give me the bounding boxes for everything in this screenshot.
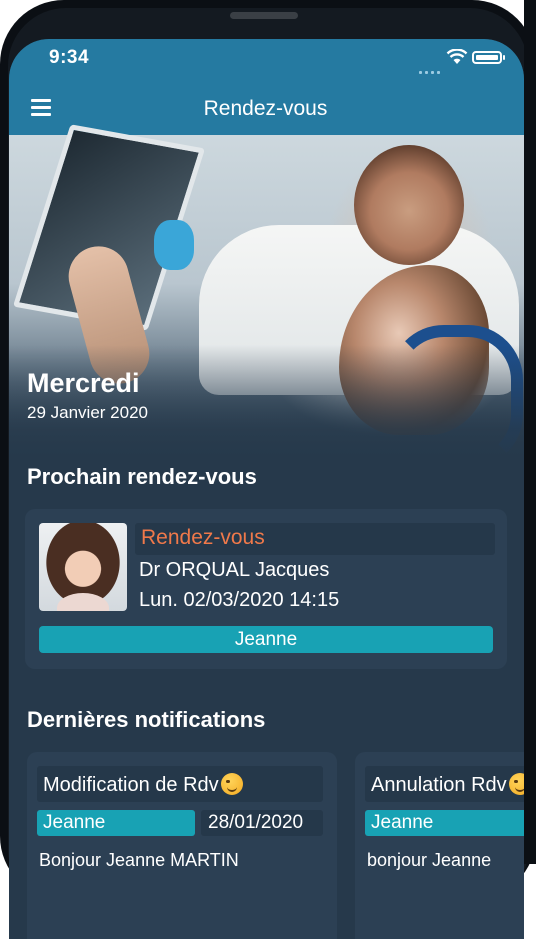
status-time: 9:34: [49, 47, 90, 68]
doctor-head-graphic: [354, 145, 464, 265]
next-appointment-card[interactable]: Rendez-vous Dr ORQUAL Jacques Lun. 02/03…: [25, 509, 507, 669]
phone-frame: 9:34 Rendez-vous Mercredi 29 Janvier 202…: [0, 0, 536, 939]
appointment-datetime: Lun. 02/03/2020 14:15: [139, 589, 340, 611]
emoji-icon: [508, 773, 524, 795]
appointment-type: Rendez-vous: [141, 526, 265, 549]
notification-title: Modification de Rdv: [43, 773, 243, 797]
page-title: Rendez-vous: [203, 97, 328, 120]
app-screen: 9:34 Rendez-vous Mercredi 29 Janvier 202…: [9, 39, 524, 939]
hero-image: Mercredi 29 Janvier 2020: [9, 124, 524, 469]
appointment-doctor: Dr ORQUAL Jacques: [139, 559, 330, 581]
notification-title-text: Modification de Rdv: [43, 774, 219, 796]
speaker-grille: [230, 12, 298, 19]
notification-card[interactable]: Annulation Rdv Jeanne bonjour Jeanne: [355, 752, 524, 939]
notification-card[interactable]: Modification de Rdv Jeanne 28/01/2020 Bo…: [27, 752, 337, 939]
wink-emoji-icon: [220, 773, 243, 795]
glove-graphic: [154, 220, 194, 270]
notification-body: Bonjour Jeanne MARTIN: [39, 850, 239, 870]
phone-edge: [524, 0, 536, 864]
notification-title: Annulation Rdv: [371, 773, 524, 797]
notification-patient-badge[interactable]: Jeanne: [365, 810, 524, 836]
status-bar: 9:34: [9, 39, 524, 83]
next-appointment-heading: Prochain rendez-vous: [27, 464, 257, 489]
battery-icon: [472, 51, 502, 64]
current-day: Mercredi: [27, 368, 140, 398]
battery-tip: [503, 55, 505, 60]
notifications-heading: Dernières notifications: [27, 707, 266, 732]
patient-avatar: [39, 523, 127, 611]
notification-body: bonjour Jeanne: [367, 850, 492, 870]
notification-date: 28/01/2020: [208, 812, 304, 833]
notification-patient-badge[interactable]: Jeanne: [37, 810, 195, 836]
notification-title-text: Annulation Rdv: [371, 774, 507, 796]
appointment-patient-badge[interactable]: Jeanne: [39, 626, 493, 653]
signal-icon: [419, 61, 447, 74]
notifications-carousel[interactable]: Modification de Rdv Jeanne 28/01/2020 Bo…: [9, 752, 524, 939]
wifi-icon: [446, 49, 468, 64]
current-date: 29 Janvier 2020: [27, 403, 148, 422]
